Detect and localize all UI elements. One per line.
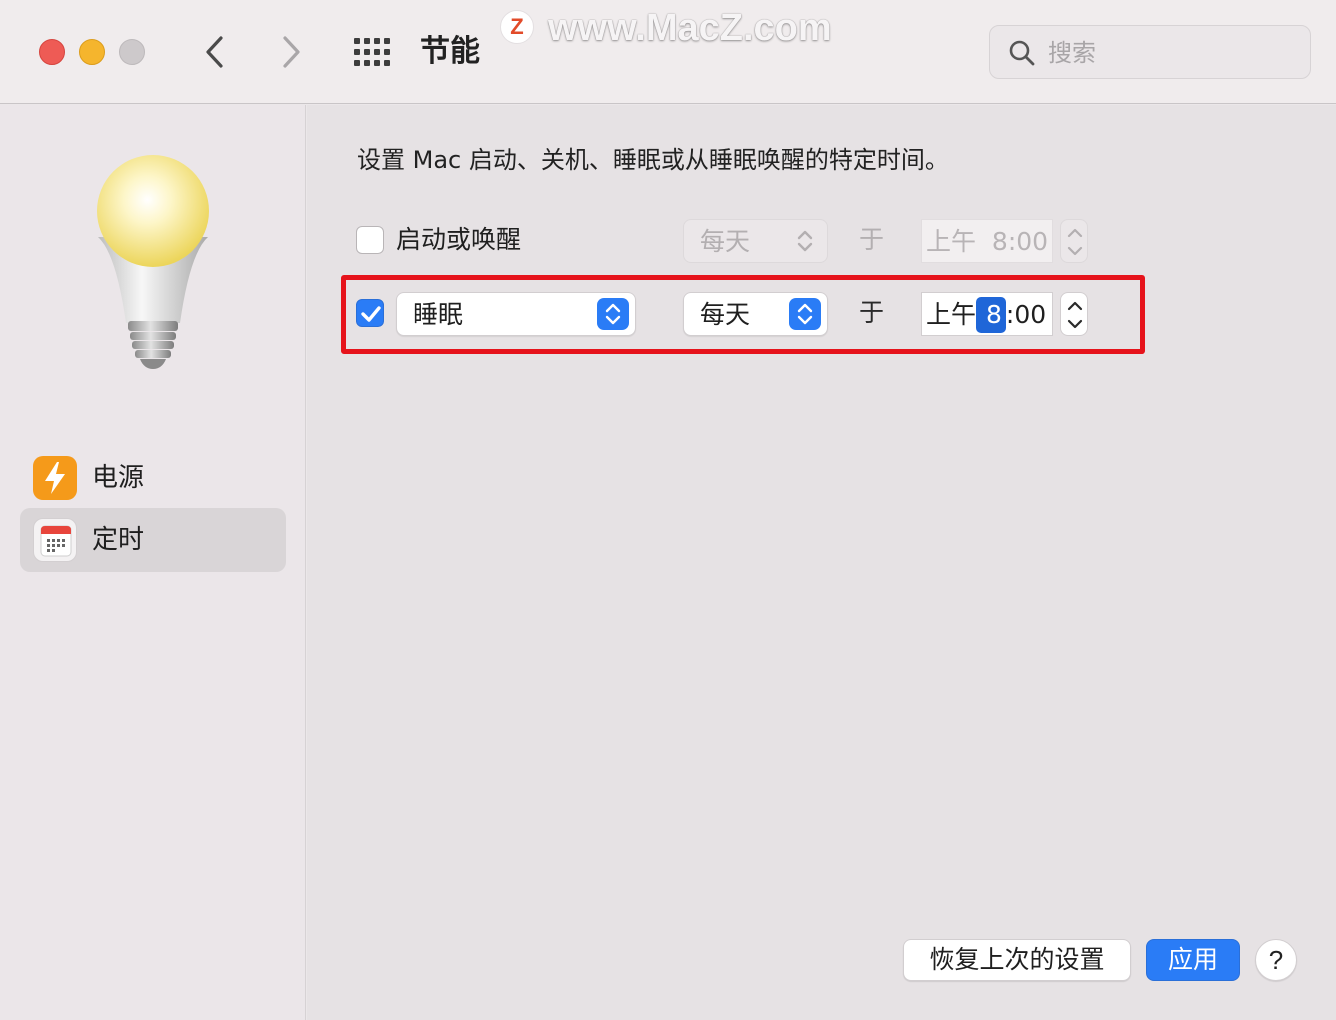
startup-label: 启动或唤醒 (396, 225, 522, 254)
light-bulb-icon (97, 155, 209, 369)
help-button[interactable]: ? (1255, 939, 1297, 981)
search-field[interactable] (989, 25, 1311, 79)
chevron-left-icon (206, 36, 223, 68)
back-button[interactable] (196, 30, 236, 74)
startup-frequency-select[interactable]: 每天 (683, 219, 828, 263)
startup-time-stepper[interactable] (1060, 219, 1088, 263)
startup-time-field[interactable]: 上午 8:00 (921, 219, 1053, 263)
sidebar-item-label: 电源 (92, 463, 145, 493)
minimize-window-button[interactable] (79, 39, 105, 65)
search-icon (1009, 40, 1035, 66)
sidebar-item-label: 定时 (92, 525, 145, 555)
watermark-logo: Z (500, 10, 534, 44)
power-bolt-icon (33, 456, 77, 500)
grid-icon (354, 38, 390, 66)
sidebar-item-power[interactable]: 电源 (20, 446, 286, 510)
search-input[interactable] (1048, 34, 1298, 72)
chevron-right-icon (283, 36, 300, 68)
up-down-chevron-icon (789, 225, 821, 257)
zoom-window-button[interactable] (119, 39, 145, 65)
sidebar-item-schedule[interactable]: 定时 (20, 508, 286, 572)
sidebar: 电源 定时 (0, 105, 306, 1020)
startup-time-value: 上午 8:00 (926, 227, 1049, 256)
startup-frequency-value: 每天 (700, 227, 751, 256)
close-window-button[interactable] (39, 39, 65, 65)
startup-checkbox[interactable] (356, 226, 384, 254)
window-toolbar: 节能 Z www.MacZ.com (0, 0, 1336, 104)
calendar-schedule-icon (33, 518, 77, 562)
show-all-button[interactable] (350, 34, 394, 70)
annotation-highlight-box (341, 275, 1145, 354)
pane-title: 节能 (420, 34, 480, 69)
watermark-text: www.MacZ.com (548, 7, 832, 49)
revert-button[interactable]: 恢复上次的设置 (903, 939, 1131, 981)
apply-button[interactable]: 应用 (1146, 939, 1240, 981)
stepper-arrows-icon (1067, 228, 1083, 256)
startup-at-label: 于 (859, 225, 885, 254)
forward-button[interactable] (270, 30, 310, 74)
schedule-description: 设置 Mac 启动、关机、睡眠或从睡眠唤醒的特定时间。 (357, 146, 949, 174)
